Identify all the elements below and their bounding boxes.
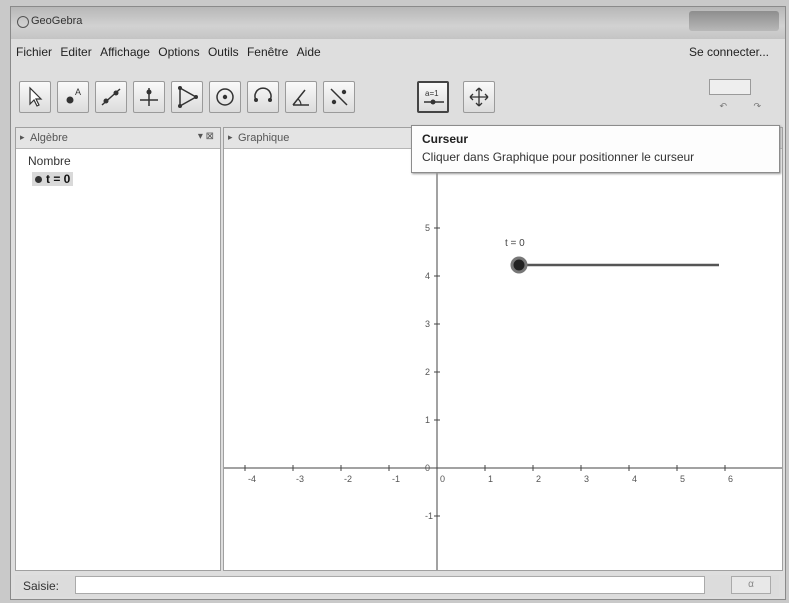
redo-icon[interactable]: ↷ [753,101,761,112]
tooltip-description: Cliquer dans Graphique pour positionner … [422,150,695,164]
x-tick-label: 0 [440,474,445,484]
x-tick-label: -2 [344,474,352,484]
panel-controls-icon[interactable]: ▾ ⊠ [198,131,214,142]
tool-slider[interactable]: a=1 [417,81,449,113]
input-field[interactable] [75,576,705,594]
window-controls[interactable] [689,11,779,31]
line-icon [101,88,121,106]
tool-tooltip: Curseur Cliquer dans Graphique pour posi… [411,125,780,173]
menu-affichage[interactable]: Affichage [100,45,150,59]
x-tick-label: 2 [536,474,541,484]
visibility-dot-icon[interactable] [35,176,42,183]
x-tick-label: 1 [488,474,493,484]
circle-icon [216,88,234,106]
algebra-category: Nombre [28,154,71,168]
reflect-icon [330,88,348,106]
x-tick-label: 5 [680,474,685,484]
menu-aide[interactable]: Aide [297,45,321,59]
login-link[interactable]: Se connecter... [689,45,769,59]
tool-circle[interactable] [209,81,241,113]
graphics-view[interactable]: ▸ Graphique -4 -3 -2 -1 0 1 2 3 4 5 6 5 4 3 2 1 0 -1 t =… [223,127,783,571]
symbol-button[interactable]: α [731,576,771,594]
x-tick-label: 4 [632,474,637,484]
undo-redo-box[interactable] [709,79,751,95]
tool-move-view[interactable] [463,81,495,113]
input-label: Saisie: [23,579,60,593]
angle-icon [292,89,309,106]
slider-icon: a=1 [424,89,444,105]
tool-move[interactable] [19,81,51,113]
slider-label: t = 0 [505,238,525,249]
toolbar: A a=1 ↶ ↷ [11,65,785,129]
move-view-icon [469,87,489,107]
x-tick-label: 3 [584,474,589,484]
algebra-header: ▸ Algèbre ▾ ⊠ [16,128,220,149]
x-tick-label: -4 [248,474,256,484]
algebra-view: ▸ Algèbre ▾ ⊠ Nombre t = 0 [15,127,221,571]
tool-perpendicular[interactable] [133,81,165,113]
polygon-icon [178,86,198,108]
y-tick-label: 2 [425,367,430,377]
algebra-item-t[interactable]: t = 0 [32,172,74,186]
menu-fenetre[interactable]: Fenêtre [247,45,288,59]
tool-line[interactable] [95,81,127,113]
slider-knob[interactable] [510,256,528,274]
x-tick-label: -3 [296,474,304,484]
menu-fichier[interactable]: Fichier [16,45,52,59]
y-tick-label: -1 [425,511,433,521]
move-arrow-icon [29,86,43,107]
y-tick-label: 3 [425,319,430,329]
menu-outils[interactable]: Outils [208,45,239,59]
app-icon [17,16,29,28]
menu-bar: Fichier Editer Affichage Options Outils … [11,41,785,63]
collapse-arrow-icon[interactable]: ▸ [20,132,25,143]
title-bar: GeoGebra [11,7,785,39]
tool-reflect[interactable] [323,81,355,113]
tooltip-title: Curseur [422,132,469,146]
tool-arc[interactable] [247,81,279,113]
arc-icon [254,87,272,102]
graphics-collapse-icon[interactable]: ▸ [228,132,233,143]
undo-icon[interactable]: ↶ [719,101,727,112]
menu-editer[interactable]: Editer [60,45,91,59]
menu-options[interactable]: Options [158,45,199,59]
x-tick-label: 6 [728,474,733,484]
graphics-title: Graphique [238,132,290,144]
input-bar: Saisie: α [15,575,779,597]
point-icon: A [66,87,81,104]
algebra-title: Algèbre [30,132,68,144]
y-tick-label: 0 [425,463,430,473]
window-title: GeoGebra [31,15,83,27]
tool-polygon[interactable] [171,81,203,113]
x-tick-label: -1 [392,474,400,484]
tool-point[interactable]: A [57,81,89,113]
algebra-item-label: t = 0 [46,172,71,186]
y-tick-label: 4 [425,271,430,281]
y-tick-label: 1 [425,415,430,425]
svg-text:A: A [75,87,81,97]
perpendicular-icon [140,88,158,106]
tool-angle[interactable] [285,81,317,113]
svg-text:a=1: a=1 [425,89,439,98]
y-tick-label: 5 [425,223,430,233]
app-window: GeoGebra Fichier Editer Affichage Option… [10,6,786,600]
coordinate-axes: -4 -3 -2 -1 0 1 2 3 4 5 6 5 4 3 2 1 0 -1 t = 0 [224,148,782,570]
